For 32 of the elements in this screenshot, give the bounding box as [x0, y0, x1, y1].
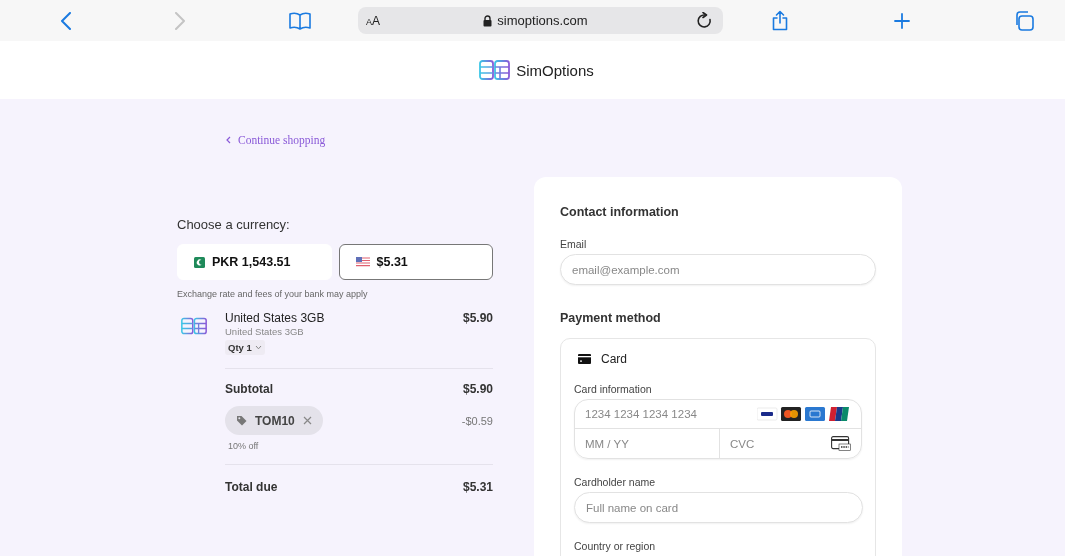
cardholder-label: Cardholder name [574, 476, 657, 488]
text-size-button[interactable]: AA [366, 13, 381, 28]
address-bar[interactable]: AA simoptions.com [358, 7, 723, 34]
cardholder-name-field[interactable]: Full name on card [574, 492, 863, 523]
exchange-note: Exchange rate and fees of your bank may apply [177, 289, 369, 299]
subtotal-label: Subtotal [225, 382, 273, 396]
expiry-field[interactable]: MM / YY [575, 429, 720, 458]
item-description: United States 3GB [225, 326, 305, 337]
contact-heading: Contact information [560, 205, 680, 219]
currency-option[interactable]: $5.31 [338, 244, 493, 280]
card-number-field[interactable]: 1234 1234 1234 1234 [585, 408, 757, 420]
card-info-label: Card information [574, 383, 653, 395]
promo-code: TOM10 [255, 413, 295, 428]
subtotal-amount: $5.90 [462, 382, 493, 396]
item-price: $5.90 [462, 311, 493, 325]
quantity-dropdown[interactable]: Qty 1 [225, 340, 265, 355]
country-label: Country or region [574, 540, 657, 552]
item-name: United States 3GB [225, 311, 325, 325]
url-text: simoptions.com [497, 13, 588, 28]
card-method-label[interactable]: Card [601, 352, 627, 366]
continue-shopping-link[interactable]: Continue shopping [226, 134, 326, 146]
brand-name: SimOptions [516, 61, 594, 79]
email-label: Email [560, 238, 588, 250]
cvc-field[interactable]: CVC [730, 437, 831, 450]
total-label: Total due [225, 480, 278, 494]
total-amount: $5.31 [462, 480, 493, 494]
email-field[interactable]: email@example.com [560, 254, 876, 285]
payment-heading: Payment method [560, 311, 662, 325]
currency-heading: Choose a currency: [177, 217, 291, 232]
currency-option[interactable]: PKR 1,543.51 [177, 244, 332, 280]
discount-note: 10% off [228, 441, 260, 451]
discount-amount: -$0.59 [461, 414, 493, 427]
